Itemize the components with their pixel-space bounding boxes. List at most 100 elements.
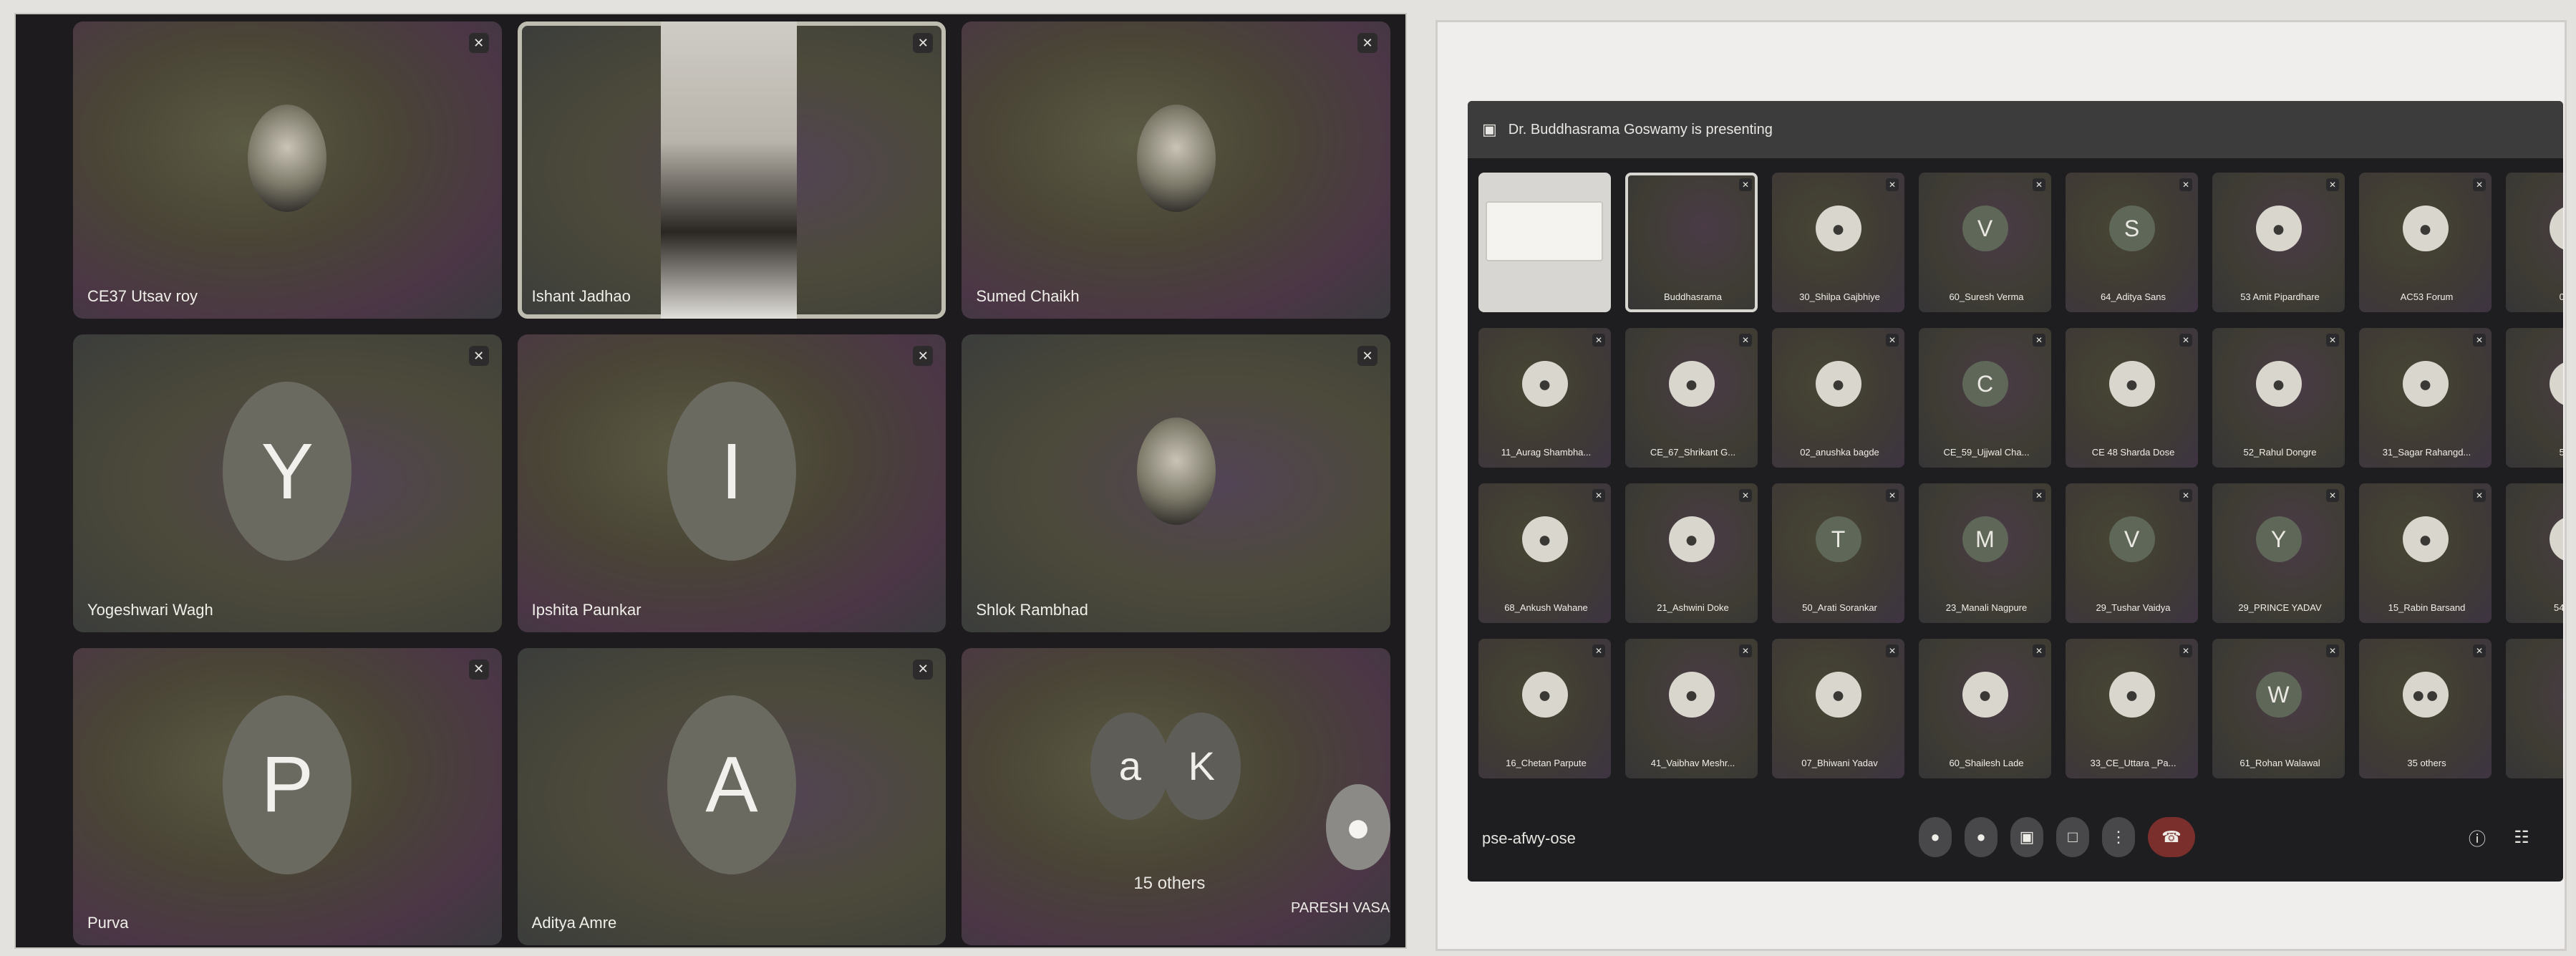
present-icon: ▣ — [1482, 120, 1497, 138]
participant-tile[interactable]: ● ✕ 52_Rahul Dongre — [2212, 328, 2345, 468]
participant-name: PARESH VASANT BO — [1291, 900, 1390, 916]
screen-share-tile[interactable] — [1478, 173, 1611, 312]
participant-tile[interactable]: ● ✕ 68_Ankush Wahane — [1478, 483, 1611, 623]
participant-avatar: ● — [2549, 206, 2563, 251]
participant-name: 41_Vaibhav Meshr... — [1650, 758, 1735, 768]
mic-off-icon: ✕ — [2326, 644, 2339, 657]
participant-name: You — [2513, 758, 2563, 768]
participant-name: 60_Shailesh Lade — [1949, 758, 2024, 768]
participant-tile[interactable]: A ✕ Aditya Amre — [517, 647, 946, 945]
participant-name: 29_Tushar Vaidya — [2096, 602, 2171, 613]
mic-off-icon: ✕ — [2326, 489, 2339, 502]
info-button[interactable]: ⓘ — [2464, 821, 2490, 853]
participant-avatar: ● — [1668, 361, 1715, 407]
participant-name: 68_Ankush Wahane — [1504, 602, 1588, 613]
participant-avatar: ● — [2402, 361, 2449, 407]
participant-avatar: T — [1815, 516, 1861, 562]
participant-tile[interactable]: Y ✕ 29_PRINCE YADAV — [2212, 483, 2345, 623]
participant-tile[interactable]: W ✕ 61_Rohan Walawal — [2212, 639, 2345, 778]
participant-tile[interactable]: ● ✕ AC53 Forum — [2359, 173, 2492, 312]
left-meeting-panel: ✕ CE37 Utsav roy ✕ Ishant Jadhao ✕ Sumed… — [14, 13, 1407, 949]
participant-name: 07_Bhiwani Yadav — [1801, 758, 1878, 768]
participant-tile[interactable]: ✕ CE37 Utsav roy — [73, 21, 502, 319]
participant-tile[interactable]: ● ✕ 31_Sagar Rahangd... — [2359, 328, 2492, 468]
participant-tile[interactable]: ● ✕ 07_Bhiwani Yadav — [1772, 639, 1904, 778]
participant-tile[interactable]: ● ✕ 30_Shilpa Gajbhiye — [1772, 173, 1904, 312]
mic-off-icon: ✕ — [1739, 644, 1752, 657]
leave-call-button[interactable]: ☎ — [2148, 817, 2195, 857]
participant-tile[interactable]: ✕ Sumed Chaikh — [962, 21, 1390, 319]
participant-name: 33_CE_Uttara _Pa... — [2090, 758, 2176, 768]
mic-button[interactable]: ● — [1919, 817, 1952, 857]
mic-off-icon: ✕ — [2179, 334, 2192, 347]
participant-tile[interactable]: ● ✕ 41_Vaibhav Meshr... — [1625, 639, 1758, 778]
participant-avatar: S — [2108, 206, 2155, 251]
participant-name: 15_Rabin Barsand — [2388, 602, 2466, 613]
participant-tile[interactable]: ●✕07_PR — [2506, 173, 2563, 312]
participant-tile[interactable]: T ✕ 50_Arati Sorankar — [1772, 483, 1904, 623]
participant-name: 21_Ashwini Doke — [1657, 602, 1729, 613]
mic-off-icon: ✕ — [1739, 178, 1752, 191]
participant-name: Ishant Jadhao — [531, 287, 631, 306]
meeting-code: pse-afwy-ose — [1482, 829, 1576, 847]
participant-tile[interactable]: I ✕ Ipshita Paunkar — [517, 334, 946, 632]
participant-tile[interactable]: V ✕ 60_Suresh Verma — [1919, 173, 2051, 312]
participant-avatar — [1136, 417, 1216, 526]
mic-off-icon: ✕ — [2473, 178, 2486, 191]
participant-tile[interactable]: P ✕ Purva — [73, 647, 502, 945]
right-participant-grid: ✕ Buddhasrama ● ✕ 30_Shilpa Gajbhiye V ✕ 60_Sur… — [1478, 173, 2563, 778]
mic-off-icon: ✕ — [2473, 334, 2486, 347]
participant-tile[interactable]: ●✕54_Nilam — [2506, 483, 2563, 623]
people-button[interactable]: ☷ — [2509, 821, 2534, 853]
mic-off-icon: ✕ — [913, 346, 934, 367]
participant-tile[interactable]: ✕You — [2506, 639, 2563, 778]
captions-button[interactable]: ▣ — [2010, 817, 2043, 857]
participant-avatar: ● — [2255, 206, 2302, 251]
participant-tile[interactable]: M ✕ 23_Manali Nagpure — [1919, 483, 2051, 623]
participant-tile[interactable]: ● ✕ 21_Ashwini Doke — [1625, 483, 1758, 623]
mic-off-icon: ✕ — [468, 33, 489, 53]
participant-tile[interactable]: ● ✕ 11_Aurag Shambha... — [1478, 328, 1611, 468]
participant-tile[interactable]: C ✕ CE_59_Ujjwal Cha... — [1919, 328, 2051, 468]
participant-tile[interactable]: ● ✕ 53 Amit Pipardhare — [2212, 173, 2345, 312]
participant-tile[interactable]: ● ✕ CE_67_Shrikant G... — [1625, 328, 1758, 468]
others-tile[interactable]: a K 15 others ● PARESH VASANT BO — [962, 647, 1390, 945]
participant-name: CE 48 Sharda Dose — [2091, 447, 2175, 458]
camera-button[interactable]: ● — [1965, 817, 1998, 857]
participant-tile[interactable]: ● ✕ CE 48 Sharda Dose — [2066, 328, 2198, 468]
self-tile[interactable]: ✕ Buddhasrama — [1625, 173, 1758, 312]
participant-name: 50_Arati Sorankar — [1802, 602, 1877, 613]
participant-tile[interactable]: Y ✕ Yogeshwari Wagh — [73, 334, 502, 632]
participant-avatar: ● — [1668, 672, 1715, 718]
participant-name: 52_Rahul Dongre — [2243, 447, 2317, 458]
participant-avatar: ● — [1521, 361, 1568, 407]
participant-tile[interactable]: S ✕ 64_Aditya Sans — [2066, 173, 2198, 312]
participant-name: 07_PR — [2559, 291, 2563, 302]
participant-name: Aditya Amre — [531, 914, 617, 932]
mic-off-icon: ✕ — [913, 33, 934, 53]
others-bubbles: a K — [1090, 712, 1241, 820]
mic-off-icon: ✕ — [2473, 644, 2486, 657]
participant-avatar: ● — [1521, 516, 1568, 562]
side-controls: ⓘ ☷ — [2464, 821, 2534, 853]
participant-name: Purva — [87, 914, 129, 932]
participant-avatar: ● — [2108, 361, 2155, 407]
participant-tile[interactable]: ● ✕ 33_CE_Uttara _Pa... — [2066, 639, 2198, 778]
participant-name: CE37 Utsav roy — [87, 287, 198, 306]
participant-tile[interactable]: V ✕ 29_Tushar Vaidya — [2066, 483, 2198, 623]
mic-off-icon: ✕ — [1592, 334, 1605, 347]
participant-avatar: V — [2108, 516, 2155, 562]
participant-tile[interactable]: ● ✕ 15_Rabin Barsand — [2359, 483, 2492, 623]
participant-tile[interactable]: ●● ✕ 35 others — [2359, 639, 2492, 778]
participant-avatar — [248, 105, 327, 213]
participant-name: 53 Amit Pipardhare — [2240, 291, 2320, 302]
participant-tile[interactable]: ● ✕ 02_anushka bagde — [1772, 328, 1904, 468]
participant-tile[interactable]: ● ✕ 60_Shailesh Lade — [1919, 639, 2051, 778]
participant-tile[interactable]: ● ✕ 16_Chetan Parpute — [1478, 639, 1611, 778]
participant-tile[interactable]: ✕ Shlok Rambhad — [962, 334, 1390, 632]
more-options-button[interactable]: ⋮ — [2102, 817, 2135, 857]
present-button[interactable]: □ — [2056, 817, 2089, 857]
participant-tile[interactable]: ●✕55_RA — [2506, 328, 2563, 468]
mic-off-icon: ✕ — [2033, 178, 2045, 191]
participant-tile[interactable]: ✕ Ishant Jadhao — [517, 21, 946, 319]
